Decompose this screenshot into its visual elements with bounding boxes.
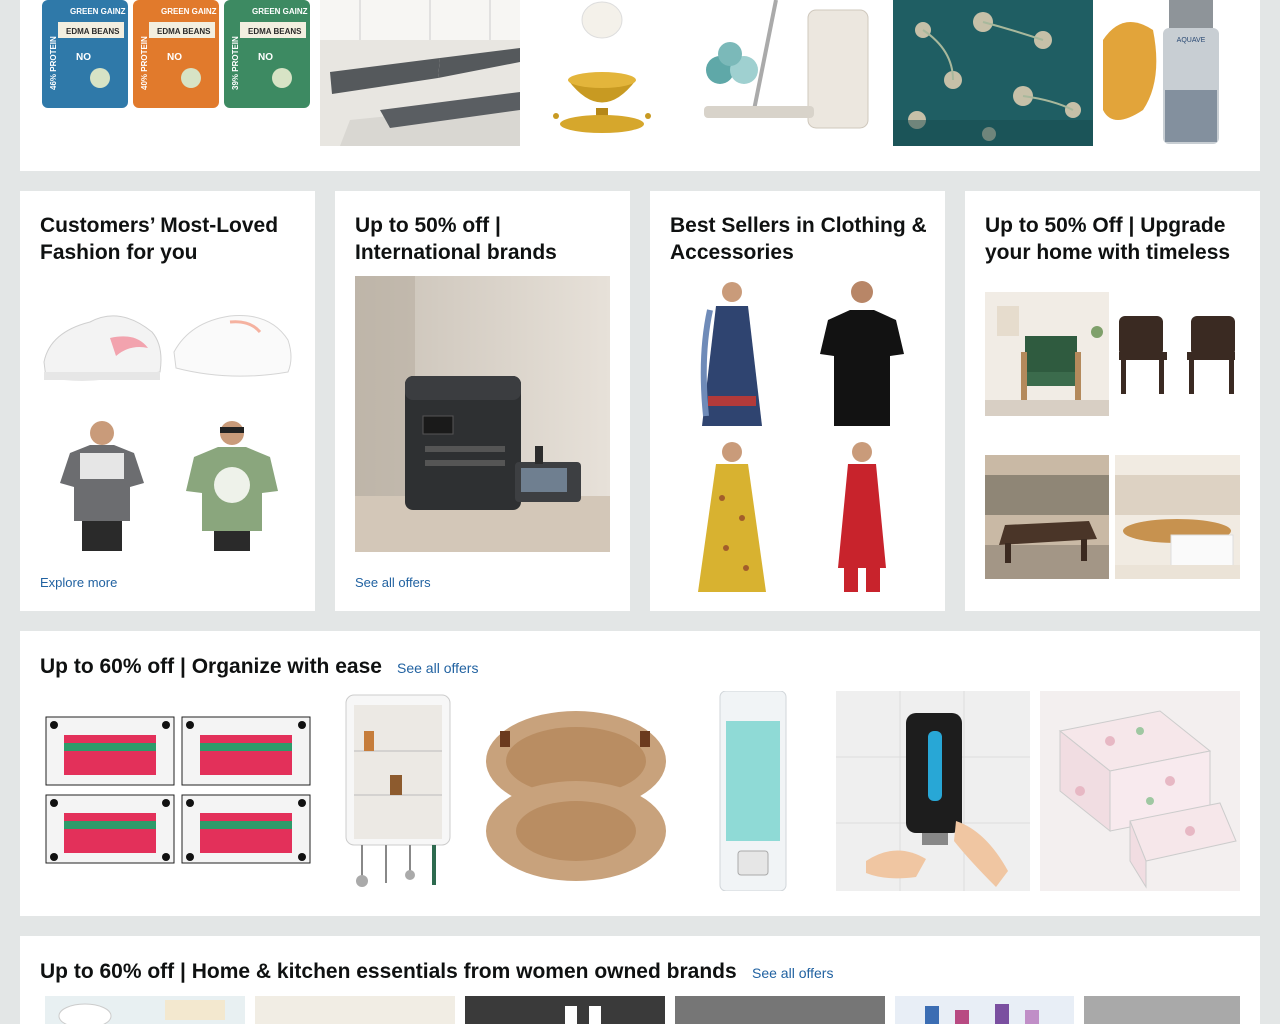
see-all-offers-link[interactable]: See all offers	[397, 660, 478, 676]
red-kurta-set-image[interactable]	[800, 438, 925, 596]
see-all-offers-link[interactable]: See all offers	[752, 965, 833, 981]
svg-text:NO: NO	[76, 52, 91, 63]
pouch-brand-3: GREEN GAINZ	[252, 7, 308, 16]
white-pink-sneaker-image[interactable]	[40, 292, 165, 392]
wall-organizer-product-image[interactable]	[330, 691, 470, 891]
svg-text:NO: NO	[258, 52, 273, 63]
card-international-brands: Up to 50% off | International brands See…	[335, 191, 630, 611]
blue-kurta-set-image[interactable]	[670, 276, 795, 433]
card-title: Up to 50% off | International brands	[355, 214, 557, 264]
card-most-loved-fashion: Customers’ Most-Loved Fashion for you Ex…	[20, 191, 315, 611]
kitchen-product-image-5[interactable]	[895, 996, 1074, 1024]
serum-product-image[interactable]: AQUAVE	[1103, 0, 1238, 146]
svg-text:NO: NO	[167, 52, 182, 63]
card-title: Customers’ Most-Loved Fashion for you	[40, 214, 279, 264]
soap-dispenser-product-image[interactable]	[680, 691, 830, 891]
mop-bucket-product-image[interactable]	[684, 0, 884, 146]
serum-brand-label: AQUAVE	[1177, 37, 1206, 44]
pouch-brand-2: GREEN GAINZ	[161, 7, 217, 16]
card-best-sellers-clothing: Best Sellers in Clothing & Accessories	[650, 191, 945, 611]
card-title: Best Sellers in Clothing & Accessories	[670, 214, 927, 264]
card-upgrade-home: Up to 50% Off | Upgrade your home with t…	[965, 191, 1260, 611]
pouch-brand-1: GREEN GAINZ	[70, 7, 126, 16]
kitchen-product-image-1[interactable]	[45, 996, 245, 1024]
round-table-product-image[interactable]	[1115, 455, 1240, 579]
svg-text:EDMA BEANS: EDMA BEANS	[157, 27, 211, 36]
svg-text:EDMA BEANS: EDMA BEANS	[248, 27, 302, 36]
jute-baskets-product-image[interactable]	[480, 691, 670, 891]
plastic-chairs-product-image[interactable]	[1115, 292, 1240, 416]
white-sneaker-image[interactable]	[170, 292, 295, 392]
section-title: Up to 60% off | Home & kitchen essential…	[40, 960, 737, 983]
kitchen-product-image-6[interactable]	[1084, 996, 1240, 1024]
svg-text:39% PROTEIN: 39% PROTEIN	[231, 36, 240, 90]
kitchen-product-image-2[interactable]	[255, 996, 455, 1024]
svg-text:40% PROTEIN: 40% PROTEIN	[140, 36, 149, 90]
protein-snack-product-image[interactable]: GREEN GAINZ GREEN GAINZ GREEN GAINZ EDMA…	[40, 0, 310, 112]
explore-more-link[interactable]: Explore more	[40, 575, 117, 590]
wall-dispenser-product-image[interactable]	[836, 691, 1030, 891]
kitchen-mat-product-image[interactable]	[320, 0, 520, 146]
brass-diya-product-image[interactable]	[536, 0, 669, 146]
women-owned-brands-section: Up to 60% off | Home & kitchen essential…	[20, 936, 1260, 1024]
storage-boxes-product-image[interactable]	[40, 691, 320, 891]
organize-with-ease-section: Up to 60% off | Organize with ease See a…	[20, 631, 1260, 916]
green-graphic-tshirt-image[interactable]	[170, 413, 295, 553]
see-all-offers-link[interactable]: See all offers	[355, 575, 431, 590]
bedsheet-product-image[interactable]	[893, 0, 1093, 146]
coffee-table-product-image[interactable]	[985, 455, 1109, 579]
kitchen-product-image-3[interactable]	[465, 996, 665, 1024]
svg-text:46% PROTEIN: 46% PROTEIN	[49, 36, 58, 90]
card-title: Up to 50% Off | Upgrade your home with t…	[985, 214, 1231, 264]
section-title: Up to 60% off | Organize with ease	[40, 655, 382, 678]
product-carousel-top: GREEN GAINZ GREEN GAINZ GREEN GAINZ EDMA…	[20, 0, 1260, 171]
underbed-storage-product-image[interactable]	[1040, 691, 1240, 891]
armchair-product-image[interactable]	[985, 292, 1109, 416]
power-station-product-image[interactable]	[355, 276, 610, 552]
svg-text:EDMA BEANS: EDMA BEANS	[66, 27, 120, 36]
grey-polo-tshirt-image[interactable]	[40, 413, 165, 553]
yellow-suit-set-image[interactable]	[670, 438, 795, 596]
kitchen-product-image-4[interactable]	[675, 996, 885, 1024]
black-polo-tshirt-image[interactable]	[800, 276, 925, 433]
